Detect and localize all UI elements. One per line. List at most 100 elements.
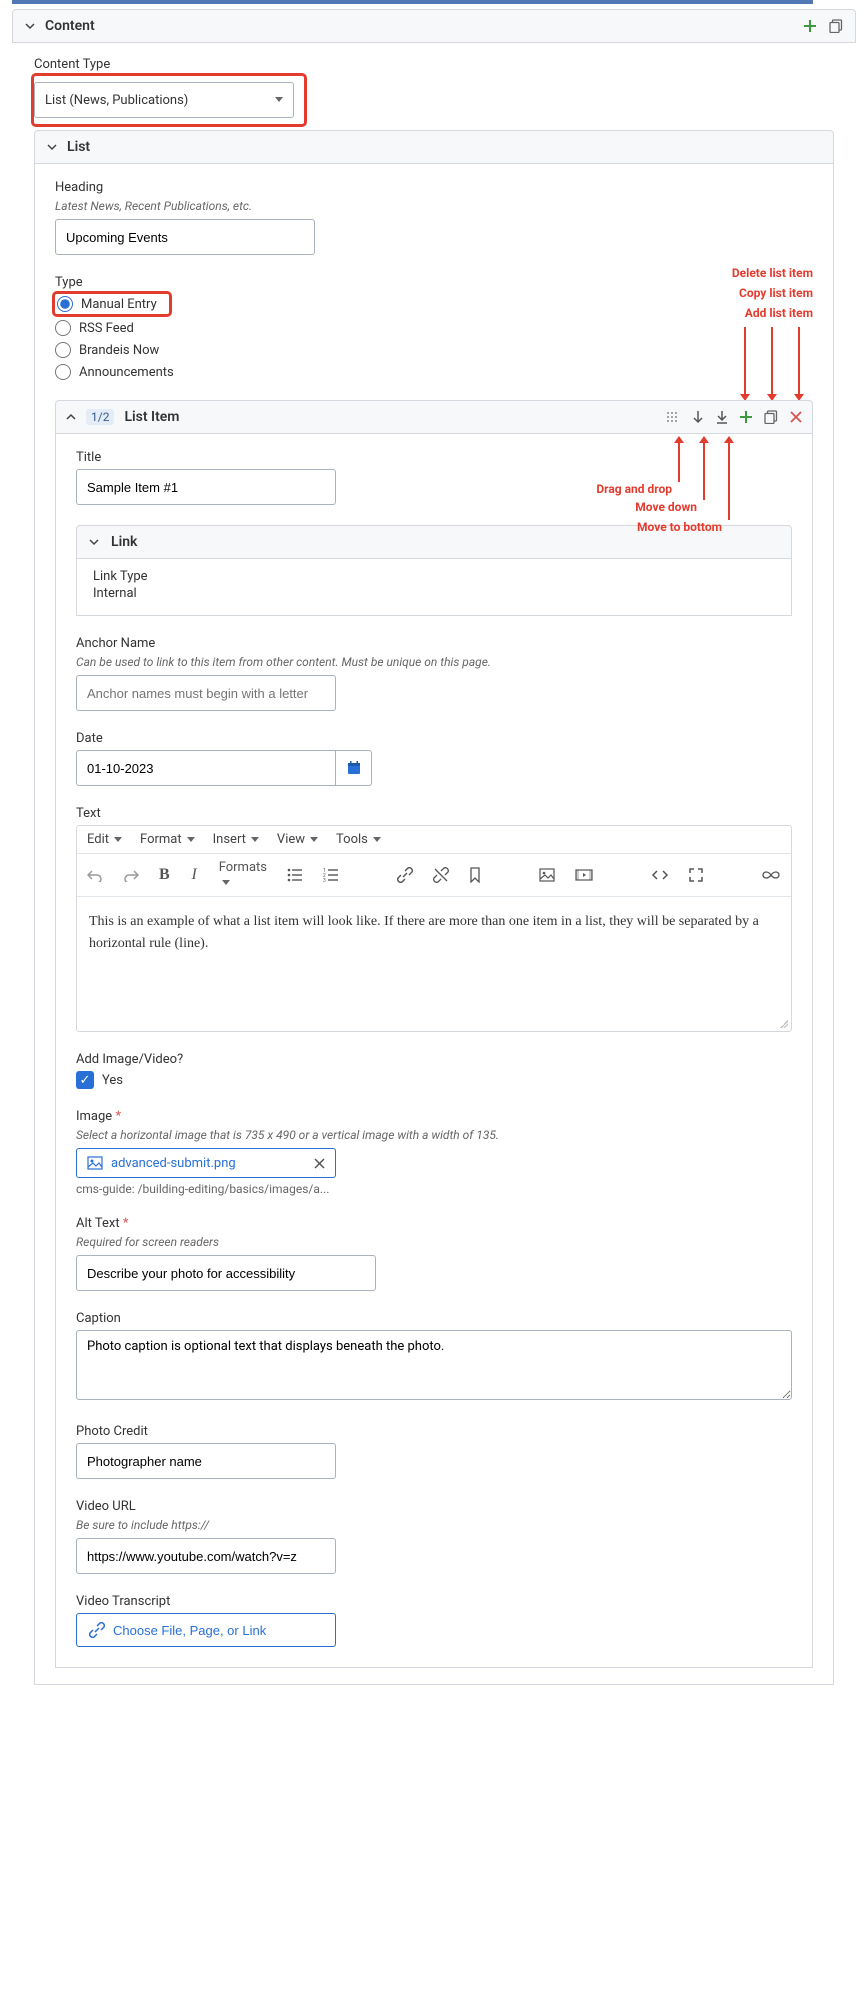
media-icon[interactable] bbox=[575, 864, 593, 886]
link-icon bbox=[89, 1622, 105, 1638]
image-hint: Select a horizontal image that is 735 x … bbox=[76, 1128, 792, 1142]
transcript-choose-button[interactable]: Choose File, Page, or Link bbox=[76, 1613, 336, 1647]
code-icon[interactable] bbox=[651, 864, 669, 886]
arrow-up-icon bbox=[703, 442, 705, 500]
add-image-label: Add Image/Video? bbox=[76, 1052, 792, 1067]
chevron-down-icon[interactable] bbox=[47, 142, 57, 152]
chevron-up-icon[interactable] bbox=[66, 412, 76, 422]
video-url-input[interactable] bbox=[76, 1538, 336, 1574]
list-item-title: List Item bbox=[124, 409, 179, 425]
move-bottom-icon[interactable] bbox=[716, 410, 728, 424]
caption-label: Caption bbox=[76, 1311, 792, 1326]
list-item-count: 1/2 bbox=[86, 409, 114, 425]
redo-icon[interactable] bbox=[123, 864, 139, 886]
annotation-delete: Delete list item bbox=[732, 266, 813, 280]
caption-textarea[interactable]: Photo caption is optional text that disp… bbox=[76, 1330, 792, 1400]
copy-icon[interactable] bbox=[829, 19, 843, 33]
arrow-down-icon bbox=[771, 327, 773, 395]
svg-text:3: 3 bbox=[323, 878, 326, 882]
image-path: cms-guide: /building-editing/basics/imag… bbox=[76, 1182, 792, 1196]
add-icon[interactable] bbox=[803, 19, 817, 33]
date-label: Date bbox=[76, 731, 792, 746]
move-down-icon[interactable] bbox=[692, 410, 704, 424]
type-radio-rss-label: RSS Feed bbox=[79, 321, 134, 336]
type-label: Type bbox=[55, 275, 813, 290]
arrow-down-icon bbox=[798, 327, 800, 395]
add-list-item-icon[interactable] bbox=[740, 411, 752, 423]
undo-icon[interactable] bbox=[87, 864, 103, 886]
drag-handle-icon[interactable] bbox=[666, 411, 680, 423]
add-image-yes-label: Yes bbox=[102, 1073, 123, 1088]
unlink-icon[interactable] bbox=[433, 864, 449, 886]
image-file-chip[interactable]: advanced-submit.png bbox=[76, 1148, 336, 1178]
credit-input[interactable] bbox=[76, 1443, 336, 1479]
image-file-icon bbox=[87, 1155, 103, 1171]
link-icon[interactable] bbox=[397, 864, 413, 886]
calendar-icon[interactable] bbox=[336, 750, 372, 786]
infinity-icon[interactable] bbox=[761, 864, 781, 886]
link-type-value: Internal bbox=[93, 586, 775, 601]
alt-input[interactable] bbox=[76, 1255, 376, 1291]
numbered-list-icon[interactable]: 123 bbox=[323, 864, 339, 886]
list-panel-title: List bbox=[67, 139, 90, 155]
alt-hint: Required for screen readers bbox=[76, 1235, 792, 1249]
rte-menu-view[interactable]: View bbox=[277, 832, 318, 847]
credit-label: Photo Credit bbox=[76, 1424, 792, 1439]
rte-formats-dropdown[interactable]: Formats bbox=[219, 860, 267, 890]
copy-list-item-icon[interactable] bbox=[764, 410, 778, 424]
content-panel-header: Content bbox=[12, 9, 856, 43]
arrow-up-icon bbox=[728, 442, 730, 520]
type-radio-manual[interactable] bbox=[57, 296, 73, 312]
add-image-checkbox[interactable]: ✓ bbox=[76, 1071, 94, 1089]
anchor-label: Anchor Name bbox=[76, 636, 792, 651]
type-radio-brandeis-label: Brandeis Now bbox=[79, 343, 159, 358]
italic-icon[interactable]: I bbox=[190, 864, 199, 886]
clear-file-icon[interactable] bbox=[314, 1158, 325, 1169]
arrow-up-icon bbox=[678, 442, 680, 482]
rte-menu-tools[interactable]: Tools bbox=[336, 832, 381, 847]
type-radio-announcements[interactable] bbox=[55, 364, 71, 380]
content-type-label: Content Type bbox=[34, 57, 834, 72]
heading-label: Heading bbox=[55, 180, 813, 195]
type-radio-brandeis[interactable] bbox=[55, 342, 71, 358]
rte-menu-insert[interactable]: Insert bbox=[213, 832, 259, 847]
bullet-list-icon[interactable] bbox=[287, 864, 303, 886]
video-url-hint: Be sure to include https:// bbox=[76, 1518, 792, 1532]
chevron-down-icon[interactable] bbox=[25, 21, 35, 31]
text-label: Text bbox=[76, 806, 792, 821]
resize-handle-icon[interactable] bbox=[77, 1017, 791, 1031]
bold-icon[interactable]: B bbox=[159, 864, 170, 886]
chevron-down-icon[interactable] bbox=[89, 537, 99, 547]
content-type-select[interactable]: List (News, Publications) bbox=[34, 82, 294, 118]
type-radio-rss[interactable] bbox=[55, 320, 71, 336]
list-item-header: 1/2 List Item bbox=[55, 400, 813, 434]
heading-input[interactable] bbox=[55, 219, 315, 255]
alt-label: Alt Text * bbox=[76, 1216, 792, 1231]
transcript-button-label: Choose File, Page, or Link bbox=[113, 1623, 266, 1638]
image-file-name: advanced-submit.png bbox=[111, 1156, 236, 1171]
delete-list-item-icon[interactable] bbox=[790, 411, 802, 423]
item-title-label: Title bbox=[76, 450, 792, 465]
heading-hint: Latest News, Recent Publications, etc. bbox=[55, 199, 813, 213]
content-type-value: List (News, Publications) bbox=[45, 93, 188, 108]
type-radio-manual-label: Manual Entry bbox=[81, 297, 157, 312]
content-panel-title: Content bbox=[45, 18, 95, 34]
rich-text-editor: Edit Format Insert View Tools B I Format… bbox=[76, 825, 792, 1032]
list-panel-header: List bbox=[34, 130, 834, 164]
arrow-down-icon bbox=[744, 327, 746, 395]
rte-menu-format[interactable]: Format bbox=[140, 832, 195, 847]
date-input[interactable] bbox=[76, 750, 336, 786]
annotation-copy: Copy list item bbox=[732, 286, 813, 300]
video-url-label: Video URL bbox=[76, 1499, 792, 1514]
annotation-move-bottom: Move to bottom bbox=[637, 520, 722, 534]
rte-body[interactable]: This is an example of what a list item w… bbox=[77, 897, 791, 1017]
annotation-move-down: Move down bbox=[635, 500, 697, 514]
rte-menu-edit[interactable]: Edit bbox=[87, 832, 122, 847]
image-icon[interactable] bbox=[539, 864, 555, 886]
anchor-input[interactable] bbox=[76, 675, 336, 711]
item-title-input[interactable] bbox=[76, 469, 336, 505]
fullscreen-icon[interactable] bbox=[689, 864, 703, 886]
link-panel-title: Link bbox=[111, 534, 137, 550]
transcript-label: Video Transcript bbox=[76, 1594, 792, 1609]
bookmark-icon[interactable] bbox=[469, 864, 481, 886]
